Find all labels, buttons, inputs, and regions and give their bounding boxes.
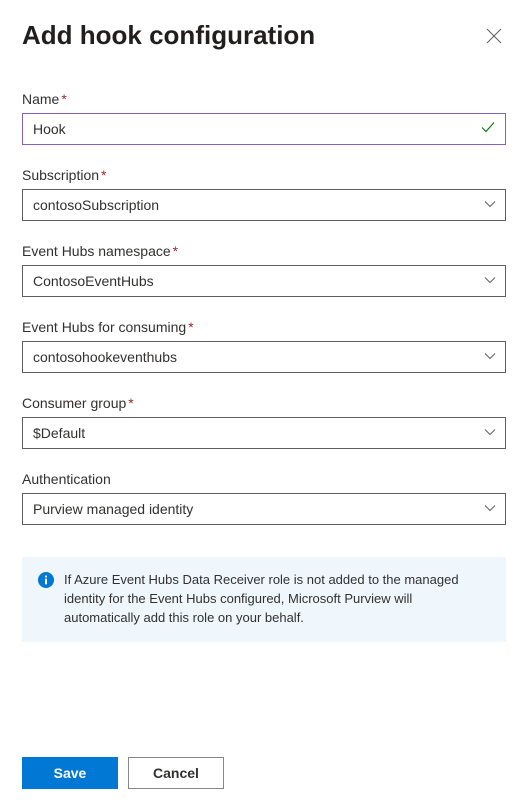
dialog-header: Add hook configuration	[22, 20, 506, 51]
consuming-field-group: Event Hubs for consuming* contosohookeve…	[22, 319, 506, 373]
info-box: If Azure Event Hubs Data Receiver role i…	[22, 557, 506, 642]
info-text: If Azure Event Hubs Data Receiver role i…	[64, 571, 490, 628]
name-input-wrapper	[22, 113, 506, 145]
required-indicator: *	[128, 395, 133, 411]
namespace-label: Event Hubs namespace*	[22, 243, 506, 259]
authentication-select-wrapper: Purview managed identity	[22, 493, 506, 525]
authentication-value: Purview managed identity	[33, 501, 193, 517]
name-label-text: Name	[22, 91, 59, 107]
subscription-select-wrapper: contosoSubscription	[22, 189, 506, 221]
required-indicator: *	[173, 243, 178, 259]
name-label: Name*	[22, 91, 506, 107]
name-input[interactable]	[22, 113, 506, 145]
subscription-field-group: Subscription* contosoSubscription	[22, 167, 506, 221]
authentication-select[interactable]: Purview managed identity	[22, 493, 506, 525]
consumer-group-field-group: Consumer group* $Default	[22, 395, 506, 449]
consuming-label: Event Hubs for consuming*	[22, 319, 506, 335]
namespace-select[interactable]: ContosoEventHubs	[22, 265, 506, 297]
name-field-group: Name*	[22, 91, 506, 145]
authentication-field-group: Authentication Purview managed identity	[22, 471, 506, 525]
cancel-button[interactable]: Cancel	[128, 757, 224, 789]
save-button[interactable]: Save	[22, 757, 118, 789]
required-indicator: *	[101, 167, 106, 183]
subscription-select[interactable]: contosoSubscription	[22, 189, 506, 221]
authentication-label-text: Authentication	[22, 471, 111, 487]
close-button[interactable]	[482, 24, 506, 51]
authentication-label: Authentication	[22, 471, 506, 487]
required-indicator: *	[188, 319, 193, 335]
consumer-group-select[interactable]: $Default	[22, 417, 506, 449]
consuming-select-wrapper: contosohookeventhubs	[22, 341, 506, 373]
consumer-group-select-wrapper: $Default	[22, 417, 506, 449]
subscription-label: Subscription*	[22, 167, 506, 183]
info-icon	[38, 572, 54, 591]
namespace-field-group: Event Hubs namespace* ContosoEventHubs	[22, 243, 506, 297]
dialog-title: Add hook configuration	[22, 20, 315, 51]
namespace-label-text: Event Hubs namespace	[22, 243, 171, 259]
consuming-select[interactable]: contosohookeventhubs	[22, 341, 506, 373]
consuming-value: contosohookeventhubs	[33, 349, 177, 365]
close-icon	[486, 28, 502, 44]
consumer-group-value: $Default	[33, 425, 85, 441]
namespace-value: ContosoEventHubs	[33, 273, 154, 289]
consumer-group-label: Consumer group*	[22, 395, 506, 411]
dialog-footer: Save Cancel	[22, 757, 224, 789]
subscription-value: contosoSubscription	[33, 197, 159, 213]
subscription-label-text: Subscription	[22, 167, 99, 183]
consumer-group-label-text: Consumer group	[22, 395, 126, 411]
namespace-select-wrapper: ContosoEventHubs	[22, 265, 506, 297]
required-indicator: *	[61, 91, 66, 107]
consuming-label-text: Event Hubs for consuming	[22, 319, 186, 335]
